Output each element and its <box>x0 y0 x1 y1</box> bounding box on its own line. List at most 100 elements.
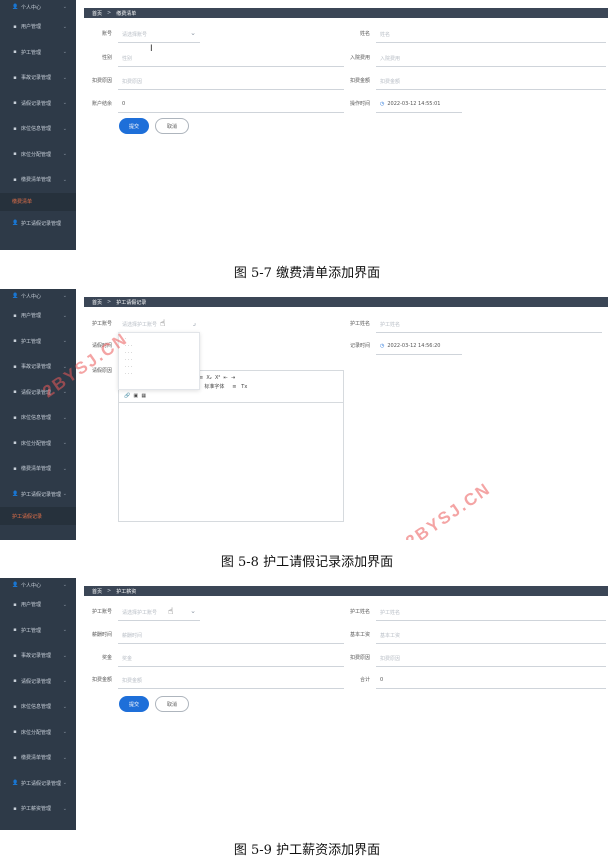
sidebar-item-bed-assign[interactable]: ▪ 床位分配管理 ⌄ <box>0 720 76 746</box>
submit-button[interactable]: 提交 <box>119 696 149 712</box>
dropdown-option[interactable]: · <box>125 336 193 343</box>
image-icon[interactable]: ▣ <box>133 393 138 399</box>
operation-time-field[interactable]: 操作时间 ◷ 2022-03-12 14:55:01 <box>350 96 462 114</box>
chevron-down-icon: ⌄ <box>62 100 67 107</box>
sidebar-item-billing[interactable]: ▪ 缴费清单管理 ⌄ <box>0 745 76 771</box>
chevron-down-icon: ⌄ <box>62 49 67 56</box>
sidebar-item-accidents[interactable]: ▪ 事故记录管理 ⌄ <box>0 65 76 91</box>
sidebar-item-accidents[interactable]: ▪ 事故记录管理 ⌄ <box>0 643 76 669</box>
font-family-select[interactable]: 标准字体 <box>204 384 224 390</box>
dropdown-option[interactable]: · · · <box>125 364 193 371</box>
sidebar-item-nurse-salary[interactable]: ▪ 护工薪资管理 ⌄ <box>0 796 76 822</box>
chevron-down-icon: ⌄ <box>62 627 67 634</box>
breadcrumb-home[interactable]: 首页 <box>92 588 102 595</box>
breadcrumb-home[interactable]: 首页 <box>92 10 102 17</box>
dropdown-option[interactable]: · · · <box>125 343 193 350</box>
superscript-button[interactable]: X² <box>215 375 220 381</box>
base-salary-field[interactable]: 基本工资 基本工资 <box>350 627 606 645</box>
grid-icon: ▪ <box>13 125 17 132</box>
deduction-amount-field[interactable]: 扣费金额 扣费金额 <box>350 73 606 91</box>
grid-icon: ▪ <box>13 389 17 396</box>
rich-text-editor[interactable]: B I U S 99 <> H1 H2 ≡ ≡ X₂ X² ⇤ ⇥ 文本 A <box>118 370 344 522</box>
dropdown-option[interactable]: · · · <box>125 371 193 378</box>
dropdown-option[interactable]: · · · <box>125 350 193 357</box>
breadcrumb-current: 护工请假记录 <box>116 299 147 306</box>
sidebar-item-beds[interactable]: ▪ 床位信息管理 ⌄ <box>0 694 76 720</box>
clock-icon: ◷ <box>380 343 385 349</box>
grid-icon: ▪ <box>13 652 17 659</box>
chevron-down-icon: ⌄ <box>62 491 67 498</box>
cancel-button[interactable]: 取消 <box>155 118 189 134</box>
record-time-field[interactable]: 记录时间 ◷ 2022-03-12 14:56:20 <box>350 338 462 356</box>
clear-format-button[interactable]: Tx <box>241 384 247 390</box>
deduction-reason-field[interactable]: 扣费原因 扣费原因 <box>350 650 606 668</box>
sidebar-item-personal[interactable]: 👤 个人中心 ⌄ <box>0 0 76 14</box>
nurse-name-field[interactable]: 护工姓名 护工姓名 <box>350 316 602 334</box>
total-field[interactable]: 合计 0 <box>360 672 606 690</box>
deduction-amount-field[interactable]: 扣费金额 扣费金额 <box>92 672 344 690</box>
sidebar-item-users[interactable]: ▪ 用户管理 ⌄ <box>0 303 76 329</box>
sidebar-item-nurses[interactable]: ▪ 护工管理 ⌄ <box>0 40 76 66</box>
sidebar-item-billing[interactable]: ▪ 缴费清单管理 ⌄ <box>0 167 76 193</box>
name-field[interactable]: 姓名 姓名 <box>360 26 606 44</box>
nurse-account-select[interactable]: 护工账号 请选择护工账号 ⌄ <box>92 604 200 622</box>
sidebar-item-users[interactable]: ▪ 用户管理 ⌄ <box>0 14 76 40</box>
account-select[interactable]: 账号 请选择账号 ⌄ <box>102 26 200 44</box>
indent-button[interactable]: ⇥ <box>231 375 235 381</box>
grid-icon: ▪ <box>13 703 17 710</box>
user-icon: 👤 <box>12 780 19 787</box>
sidebar-item-personal[interactable]: 👤 个人中心 ⌄ <box>0 578 76 592</box>
sidebar-item-nurse-leave[interactable]: 👤 护工请假记录管理 ⌄ <box>0 771 76 797</box>
sidebar-item-nurse-leave[interactable]: 👤 护工请假记录管理 ⌄ <box>0 482 76 508</box>
sidebar-item-personal[interactable]: 👤 个人中心 ⌄ <box>0 289 76 303</box>
chevron-down-icon: ⌄ <box>62 678 67 685</box>
balance-field[interactable]: 账户结余 0 <box>92 96 344 114</box>
screenshot-2: 👤 个人中心 ⌄ ▪ 用户管理 ⌄ ▪ 护工管理 ⌄ ▪ 事故记录管理 ⌄ ▪ 请假记录管理 ⌄ ▪… <box>0 289 614 540</box>
link-icon[interactable]: 🔗 <box>124 393 130 399</box>
breadcrumb-home[interactable]: 首页 <box>92 299 102 306</box>
breadcrumb-current: 缴费清单 <box>116 10 137 17</box>
sidebar-item-nurses[interactable]: ▪ 护工管理 ⌄ <box>0 618 76 644</box>
gender-field[interactable]: 性别 性别 <box>102 50 344 68</box>
breadcrumb-separator: > <box>107 299 112 305</box>
sidebar: 👤 个人中心 ⌄ ▪ 用户管理 ⌄ ▪ 护工管理 ⌄ ▪ 事故记录管理 ⌄ ▪ 请假记录管理 ⌄ ▪… <box>0 289 76 540</box>
screenshot-3: 👤 个人中心 ⌄ ▪ 用户管理 ⌄ ▪ 护工管理 ⌄ ▪ 事故记录管理 ⌄ ▪ 请假记录管理 ⌄ ▪… <box>0 578 614 830</box>
grid-icon: ▪ <box>13 414 17 421</box>
cancel-button[interactable]: 取消 <box>155 696 189 712</box>
align-button[interactable]: ≡ <box>232 384 236 390</box>
chevron-down-icon: ⌄ <box>62 4 67 10</box>
deduction-reason-field[interactable]: 扣费原因 扣费原因 <box>92 73 344 91</box>
outdent-button[interactable]: ⇤ <box>224 375 228 381</box>
main-content: 首页 > 护工薪资 护工账号 请选择护工账号 ⌄ ☝ 护工姓名 护工姓名 薪酬时… <box>76 578 614 830</box>
sidebar-item-beds[interactable]: ▪ 床位信息管理 ⌄ <box>0 405 76 431</box>
nurse-account-dropdown[interactable]: · · · · · · · · · · · · · · · · <box>118 332 200 390</box>
nurse-name-field[interactable]: 护工姓名 护工姓名 <box>350 604 606 622</box>
sidebar-item-leave[interactable]: ▪ 请假记录管理 ⌄ <box>0 91 76 117</box>
salary-time-field[interactable]: 薪酬时间 薪酬时间 <box>92 627 344 645</box>
video-icon[interactable]: ▦ <box>141 393 146 399</box>
grid-icon: ▪ <box>13 23 17 30</box>
sidebar: 👤 个人中心 ⌄ ▪ 用户管理 ⌄ ▪ 护工管理 ⌄ ▪ 事故记录管理 ⌄ ▪ 请假记录管理 ⌄ ▪… <box>0 0 76 250</box>
dropdown-option[interactable]: · · · <box>125 357 193 364</box>
sidebar-item-leave[interactable]: ▪ 请假记录管理 ⌄ <box>0 669 76 695</box>
chevron-down-icon: ⌄ <box>62 414 67 421</box>
grid-icon: ▪ <box>13 601 17 608</box>
grid-icon: ▪ <box>13 49 17 56</box>
sidebar-item-bed-assign[interactable]: ▪ 床位分配管理 ⌄ <box>0 142 76 168</box>
sidebar-item-bed-assign[interactable]: ▪ 床位分配管理 ⌄ <box>0 431 76 457</box>
bonus-field[interactable]: 奖金 奖金 <box>102 650 344 668</box>
sidebar-item-users[interactable]: ▪ 用户管理 ⌄ <box>0 592 76 618</box>
submit-button[interactable]: 提交 <box>119 118 149 134</box>
sidebar-subitem-nurse-leave-record[interactable]: 护工请假记录 <box>0 507 76 525</box>
sidebar-item-nurses[interactable]: ▪ 护工管理 ⌄ <box>0 329 76 355</box>
grid-icon: ▪ <box>13 754 17 761</box>
grid-icon: ▪ <box>13 176 17 183</box>
sidebar-item-nurse-leave[interactable]: 👤 护工请假记录管理 <box>0 211 76 237</box>
sidebar-item-beds[interactable]: ▪ 床位信息管理 ⌄ <box>0 116 76 142</box>
subscript-button[interactable]: X₂ <box>206 375 211 381</box>
sidebar-item-billing[interactable]: ▪ 缴费清单管理 ⌄ <box>0 456 76 482</box>
sidebar-subitem-billing-list[interactable]: 缴费清单 <box>0 192 76 211</box>
chevron-down-icon: ⌄ <box>62 125 67 132</box>
admission-fee-field[interactable]: 入院费用 入院费用 <box>350 50 606 68</box>
sidebar: 👤 个人中心 ⌄ ▪ 用户管理 ⌄ ▪ 护工管理 ⌄ ▪ 事故记录管理 ⌄ ▪ 请假记录管理 ⌄ ▪… <box>0 578 76 830</box>
